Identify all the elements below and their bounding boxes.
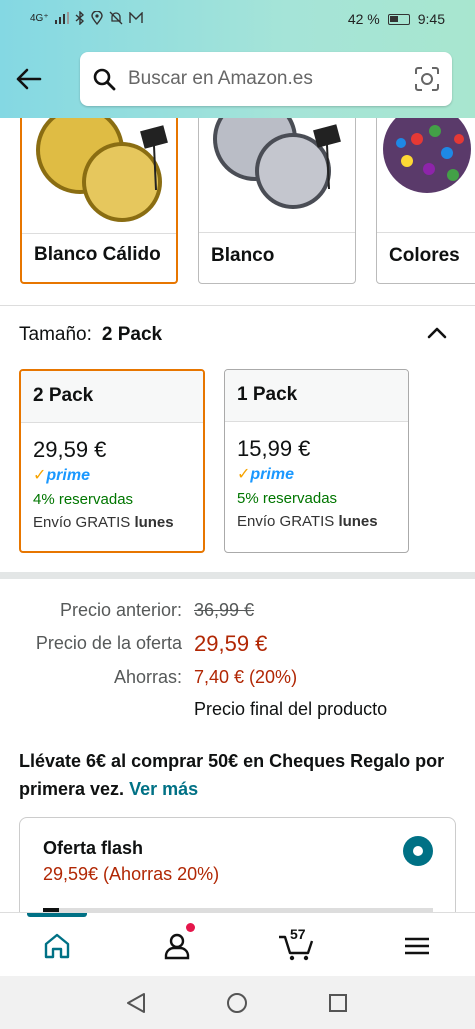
system-home-icon[interactable] [226, 992, 248, 1014]
flash-deal-radio[interactable] [403, 836, 433, 866]
size-option-1-pack[interactable]: 1 Pack 15,99 € ✓prime 5% reservadas Enví… [224, 369, 409, 553]
back-arrow-icon[interactable] [14, 64, 44, 94]
reserved-text: 4% reservadas [33, 491, 134, 508]
size-header[interactable]: Tamaño: 2 Pack [19, 324, 162, 346]
promo-text: Llévate 6€ al comprar 50€ en Cheques Reg… [19, 751, 445, 799]
white-lights-image [213, 118, 341, 209]
color-option-multicolor[interactable]: Colores [376, 118, 475, 284]
status-bar: 4G⁺ 42 % 9:45 [0, 0, 475, 40]
system-back-icon[interactable] [126, 992, 146, 1014]
search-input[interactable]: Buscar en Amazon.es [128, 68, 414, 90]
mail-icon [128, 12, 143, 23]
chevron-up-icon[interactable] [426, 322, 448, 344]
savings-value: 7,40 € (20%) [194, 667, 298, 687]
previous-price-value: 36,99 € [194, 600, 255, 620]
color-option-white[interactable]: Blanco [198, 118, 356, 284]
pack-price: 15,99 € [237, 436, 311, 461]
warm-white-lights-image [36, 118, 168, 222]
product-image [199, 118, 355, 233]
clock: 9:45 [417, 11, 445, 27]
signal-icon [54, 12, 69, 24]
color-label: Blanco [211, 245, 275, 266]
app-header: 4G⁺ 42 % 9:45 Buscar en Amazon.es [0, 0, 475, 118]
system-navigation-bar [0, 976, 475, 1029]
home-icon[interactable] [42, 931, 72, 961]
pack-price: 29,59 € [33, 437, 107, 462]
color-option-warm-white[interactable]: Blanco Cálido [20, 118, 178, 284]
bluetooth-icon [75, 11, 84, 25]
bottom-navigation [0, 912, 475, 976]
promo-banner: Llévate 6€ al comprar 50€ en Cheques Reg… [19, 747, 459, 803]
prime-check-icon: ✓ [33, 467, 47, 484]
color-label: Colores [389, 245, 460, 266]
search-bar[interactable]: Buscar en Amazon.es [80, 52, 452, 106]
flash-deal-price: 29,59€ (Ahorras 20%) [43, 864, 220, 884]
account-icon[interactable] [162, 931, 192, 961]
multicolor-lights-image [383, 118, 471, 193]
section-divider [0, 305, 475, 306]
pack-name: 1 Pack [225, 370, 408, 422]
size-selected: 2 Pack [101, 324, 163, 345]
camera-scan-icon[interactable] [414, 66, 440, 92]
search-icon [93, 68, 116, 91]
color-selector: Blanco Cálido Blanco Colores [0, 118, 475, 306]
pack-name: 2 Pack [21, 371, 203, 423]
cart-count: 57 [290, 926, 306, 942]
color-label: Blanco Cálido [34, 244, 161, 265]
shipping-text: Envío GRATIS lunes [237, 513, 378, 530]
shipping-text: Envío GRATIS lunes [33, 514, 174, 531]
notification-dot [186, 923, 195, 932]
active-tab-indicator [27, 913, 87, 917]
reserved-text: 5% reservadas [237, 490, 338, 507]
promo-link[interactable]: Ver más [129, 779, 198, 799]
size-label: Tamaño: [19, 324, 92, 345]
network-indicator: 4G⁺ [30, 12, 49, 24]
mute-icon [109, 11, 123, 25]
section-separator [0, 572, 475, 579]
battery-icon [387, 13, 410, 25]
size-option-2-pack[interactable]: 2 Pack 29,59 € ✓prime 4% reservadas Enví… [19, 369, 205, 553]
menu-icon[interactable] [402, 931, 432, 961]
final-price-note: Precio final del producto [194, 699, 388, 719]
deal-price-value: 29,59 € [194, 631, 268, 656]
battery-percent: 42 % [347, 11, 380, 27]
prime-badge: ✓prime [33, 467, 90, 484]
system-recents-icon[interactable] [328, 993, 348, 1013]
product-image [22, 118, 176, 234]
product-image [377, 118, 475, 233]
savings-label: Ahorras: [113, 667, 182, 687]
deal-price-label: Precio de la oferta [35, 633, 182, 653]
flash-deal-title: Oferta flash [43, 838, 144, 858]
prime-badge: ✓prime [237, 466, 294, 483]
prime-check-icon: ✓ [237, 466, 251, 483]
previous-price-label: Precio anterior: [59, 600, 182, 620]
location-icon [90, 11, 103, 25]
